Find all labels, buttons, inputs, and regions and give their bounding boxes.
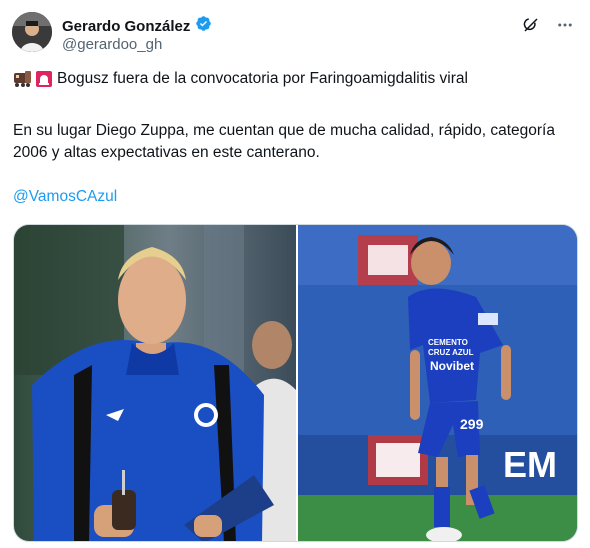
siren-emoji-icon (35, 70, 53, 88)
svg-text:CRUZ AZUL: CRUZ AZUL (428, 348, 474, 357)
media-gallery: EM CEMENTO CRUZ AZUL Novibet 299 (13, 224, 578, 542)
avatar[interactable] (12, 12, 52, 52)
tweet-line-1: Bogusz fuera de la convocatoria por Fari… (13, 68, 573, 90)
board-text: EM (503, 444, 557, 485)
svg-text:Novibet: Novibet (430, 359, 474, 373)
svg-text:299: 299 (460, 416, 484, 432)
author-handle[interactable]: @gerardoo_gh (62, 36, 162, 53)
svg-text:CEMENTO: CEMENTO (428, 338, 468, 347)
more-options-icon[interactable] (556, 16, 574, 39)
mention-link[interactable]: @VamosCAzul (13, 188, 117, 206)
photo-right[interactable]: EM CEMENTO CRUZ AZUL Novibet 299 (298, 225, 577, 541)
author-name[interactable]: Gerardo González (62, 18, 190, 35)
train-emoji-icon (13, 70, 31, 88)
tweet-text-line-1: Bogusz fuera de la convocatoria por Fari… (57, 70, 468, 87)
photo-left[interactable] (14, 225, 296, 541)
tweet-text-line-2: En su lugar Diego Zuppa, me cuentan que … (13, 122, 555, 161)
verified-badge-icon (195, 15, 212, 37)
tweet-header: Gerardo González @gerardoo_gh (12, 12, 578, 56)
grok-icon[interactable] (522, 16, 540, 39)
